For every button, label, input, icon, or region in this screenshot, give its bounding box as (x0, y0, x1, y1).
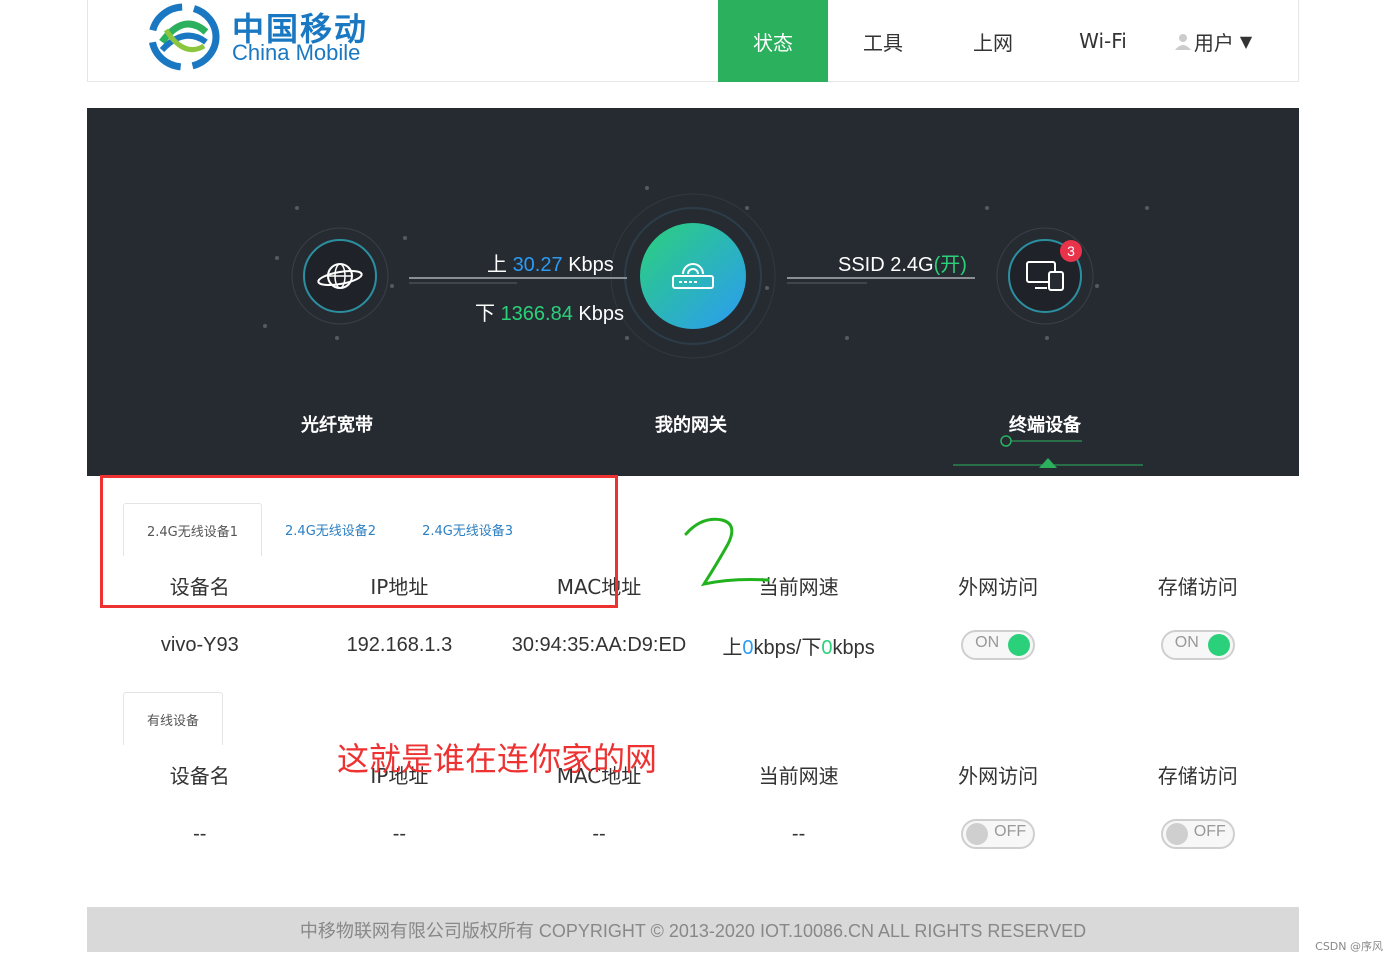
speed-up-value: 0 (742, 636, 754, 659)
download-unit: Kbps (578, 303, 625, 325)
wired-table-header: 设备名 IP地址 MAC地址 当前网速 外网访问 存储访问 (100, 760, 1298, 789)
terminal-devices-tab[interactable]: 终端设备 (1009, 411, 1081, 437)
nav-tools[interactable]: 工具 (828, 0, 938, 82)
my-gateway-label: 我的网关 (655, 415, 727, 436)
nav-status[interactable]: 状态 (718, 0, 828, 82)
upload-value: 30.27 (512, 254, 563, 276)
storage-access-cell: OFF (1098, 819, 1298, 849)
nav-wifi-label: Wi-Fi (1079, 29, 1127, 53)
storage-access-toggle[interactable]: ON (1160, 630, 1235, 660)
toggle-knob (1165, 823, 1188, 845)
annotation-highlight-box (100, 475, 618, 608)
toggle-knob (966, 823, 989, 845)
col-internet-access: 外网访问 (958, 764, 1039, 788)
nav-internet-label: 上网 (973, 30, 1013, 55)
main-nav: 状态 工具 上网 Wi-Fi 用户 ▼ (718, 0, 1268, 82)
nav-tools-label: 工具 (863, 30, 903, 55)
device-count-badge: 3 (1060, 240, 1082, 262)
internet-access-cell: OFF (898, 819, 1098, 849)
csdn-watermark: CSDN @序风 (1315, 940, 1383, 953)
network-topology-panel: 3 上 30.27 Kbps 下 1366.84 Kbps SSID 2.4G(… (87, 108, 1299, 476)
toggle-label: OFF (994, 823, 1027, 840)
user-icon (1174, 34, 1191, 50)
device-name: vivo-Y93 (160, 633, 239, 656)
nav-user-menu[interactable]: 用户 ▼ (1158, 0, 1268, 82)
devices-icon[interactable] (1025, 260, 1067, 294)
table-row: vivo-Y93 192.168.1.3 30:94:35:AA:D9:ED 上… (100, 630, 1298, 660)
toggle-label: OFF (1193, 823, 1226, 840)
internet-access-toggle[interactable]: OFF (961, 819, 1036, 849)
nav-user-label: 用户 (1193, 30, 1234, 55)
col-speed: 当前网速 (758, 764, 839, 788)
device-name: -- (193, 822, 207, 845)
nav-status-label: 状态 (753, 30, 793, 55)
toggle-knob (1008, 634, 1031, 656)
upload-rate: 上 30.27 Kbps (487, 248, 614, 277)
nav-internet[interactable]: 上网 (938, 0, 1048, 82)
device-speed: 上0kbps/下0kbps (699, 631, 899, 660)
china-mobile-logo[interactable]: 中国移动 China Mobile (148, 2, 378, 72)
device-mac: 30:94:35:AA:D9:ED (511, 633, 687, 656)
download-rate: 下 1366.84 Kbps (475, 297, 624, 326)
tab-wired[interactable]: 有线设备 (123, 692, 224, 745)
ssid-state: (开) (933, 254, 967, 276)
page-footer: 中移物联网有限公司版权所有 COPYRIGHT © 2013-2020 IOT.… (87, 907, 1299, 952)
handwritten-number-2 (684, 517, 770, 587)
copyright-text: 中移物联网有限公司版权所有 COPYRIGHT © 2013-2020 IOT.… (299, 920, 1087, 941)
col-storage-access: 存储访问 (1157, 764, 1238, 788)
device-mac: -- (592, 822, 606, 845)
device-speed: -- (791, 822, 806, 845)
storage-access-toggle[interactable]: OFF (1160, 819, 1235, 849)
col-internet-access: 外网访问 (958, 575, 1039, 599)
col-device-name: 设备名 (169, 764, 230, 788)
download-value: 1366.84 (500, 303, 573, 325)
toggle-knob (1207, 634, 1230, 656)
annotation-note: 这就是谁在连你家的网 (337, 740, 658, 778)
table-row: -- -- -- -- OFF OFF (100, 819, 1298, 849)
ssid-status[interactable]: SSID 2.4G(开) (838, 248, 967, 277)
download-prefix: 下 (475, 303, 495, 325)
top-header: 中国移动 China Mobile 状态 工具 上网 Wi-Fi 用户 ▼ (87, 0, 1299, 82)
wired-device-tabs: 有线设备 (123, 692, 224, 745)
speed-down-value: 0 (821, 636, 833, 659)
ssid-name: SSID 2.4G (838, 254, 934, 276)
internet-access-cell: ON (898, 630, 1098, 660)
logo-english-text: China Mobile (232, 40, 361, 65)
fiber-broadband-label: 光纤宽带 (301, 415, 373, 436)
globe-icon[interactable] (315, 256, 365, 296)
nav-wifi[interactable]: Wi-Fi (1048, 0, 1158, 82)
speed-separator: kbps/下 (753, 636, 822, 659)
device-ip: -- (392, 822, 407, 845)
toggle-label: ON (975, 634, 1000, 651)
chevron-down-icon: ▼ (1239, 31, 1253, 51)
speed-unit: kbps (832, 636, 875, 659)
upload-unit: Kbps (568, 254, 614, 276)
internet-access-toggle[interactable]: ON (961, 630, 1036, 660)
speed-up-prefix: 上 (722, 636, 743, 659)
toggle-label: ON (1174, 634, 1199, 651)
router-icon[interactable] (667, 256, 719, 296)
col-storage-access: 存储访问 (1157, 575, 1238, 599)
device-ip: 192.168.1.3 (346, 633, 453, 656)
china-mobile-logo-icon (148, 3, 220, 71)
storage-access-cell: ON (1098, 630, 1298, 660)
upload-prefix: 上 (487, 254, 507, 276)
